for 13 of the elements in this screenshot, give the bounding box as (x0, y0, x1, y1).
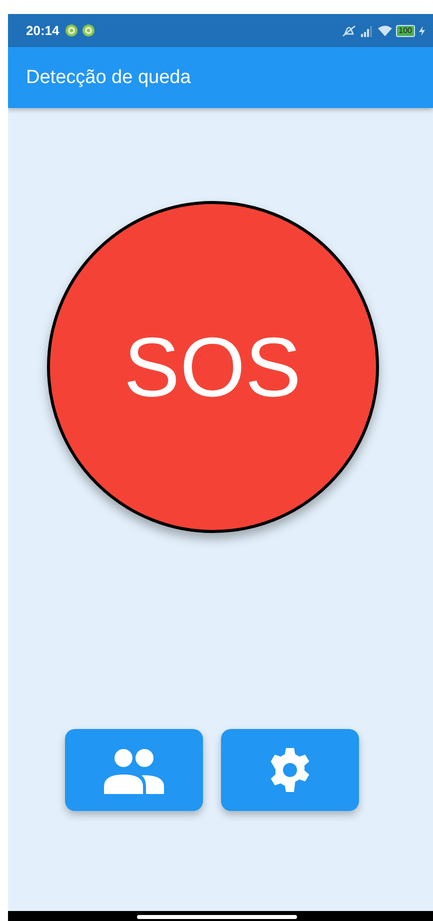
app-title: Detecção de queda (26, 66, 191, 88)
settings-button[interactable] (221, 729, 359, 811)
notification-icon (82, 24, 96, 37)
wifi-icon (378, 24, 392, 36)
signal-icon (360, 24, 374, 36)
mute-icon (342, 24, 356, 36)
sos-button[interactable]: SOS (46, 201, 378, 533)
clock-time: 20:14 (26, 23, 60, 38)
notification-icon (65, 24, 78, 37)
people-icon (103, 746, 165, 794)
charging-icon (419, 26, 425, 36)
battery-icon: 100 (396, 24, 415, 36)
contacts-button[interactable] (65, 729, 203, 811)
